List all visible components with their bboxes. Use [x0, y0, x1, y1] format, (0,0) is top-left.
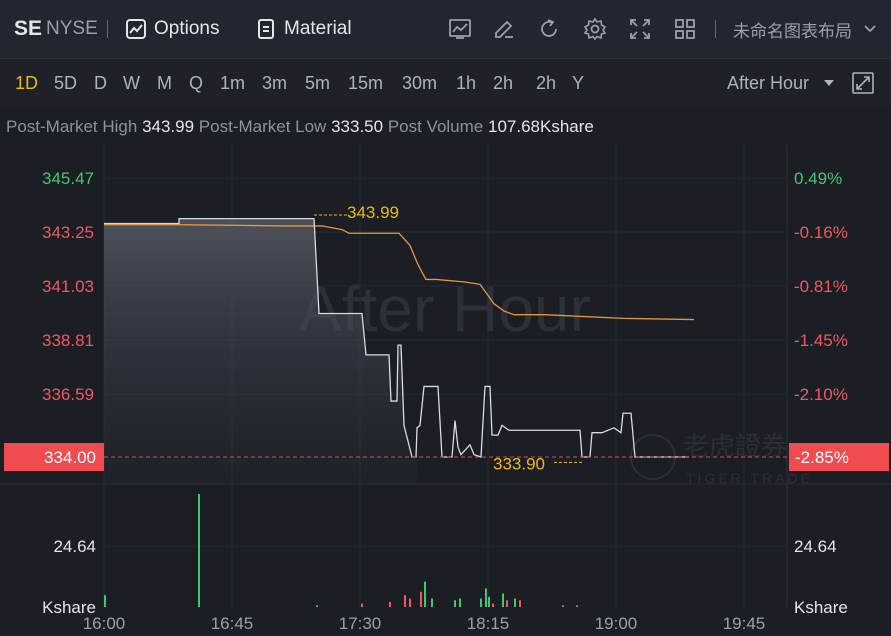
period-15m[interactable]: 15m [348, 59, 383, 107]
fullscreen-arrows-icon[interactable] [628, 17, 652, 41]
period-2m[interactable]: 2h [493, 59, 513, 107]
y-tick-right: -2.10% [794, 385, 848, 404]
chart-style-icon[interactable] [448, 17, 472, 41]
y-tick-left: 336.59 [42, 385, 94, 404]
y-tick-right: -0.16% [794, 223, 848, 242]
options-chart-icon[interactable] [124, 17, 148, 41]
period-2h[interactable]: 2h [536, 59, 556, 107]
settings-icon[interactable] [583, 17, 607, 41]
current-change-value: -2.85% [795, 448, 849, 467]
volume-bar [404, 595, 406, 607]
svg-text:TIGER TRADE: TIGER TRADE [686, 470, 813, 486]
volume-bar [104, 595, 106, 607]
price-chart[interactable]: After Hour 老虎證券 TIGER TRADE 343.99333.90… [0, 145, 891, 636]
volume-bar [562, 605, 564, 607]
period-q[interactable]: Q [189, 59, 203, 107]
post-market-stats: Post-Market High 343.99 Post-Market Low … [0, 107, 891, 146]
layout-name[interactable]: 未命名图表布局 [733, 0, 852, 58]
high-marker-label: 343.99 [347, 203, 399, 222]
period-bar: 1D 5D D W M Q 1m 3m 5m 15m 30m 1h 2h 2h … [0, 59, 891, 107]
volume-bar [506, 600, 508, 607]
x-tick: 19:45 [723, 614, 766, 633]
y-tick-left: 343.25 [42, 223, 94, 242]
high-label: Post-Market High [6, 117, 138, 136]
exchange-label: NYSE [46, 18, 98, 39]
volume-bar [485, 588, 487, 607]
y-tick-left: 341.03 [42, 277, 94, 296]
period-1d[interactable]: 1D [15, 59, 38, 107]
x-tick: 19:00 [595, 614, 638, 633]
material-document-icon[interactable] [254, 17, 278, 41]
volume-bar [424, 581, 426, 607]
caret-down-icon[interactable] [820, 71, 838, 95]
low-value: 333.50 [331, 117, 384, 136]
volume-bar [488, 596, 490, 607]
y-tick-right: 0.49% [794, 169, 842, 188]
divider [715, 20, 716, 38]
volume-bar [576, 605, 578, 607]
low-label: Post-Market Low [198, 117, 327, 136]
volume-bar [454, 600, 456, 607]
volume-bar [198, 494, 200, 607]
session-select[interactable]: After Hour [727, 59, 809, 107]
period-1h[interactable]: 1h [456, 59, 476, 107]
volume-bar [519, 600, 521, 607]
volume-value: 107.68Kshare [488, 117, 594, 136]
volume-unit-left: Kshare [42, 598, 96, 617]
volume-unit-right: Kshare [794, 598, 848, 617]
x-tick: 18:15 [467, 614, 510, 633]
volume-tick-right: 24.64 [794, 537, 837, 556]
period-5d[interactable]: 5D [54, 59, 77, 107]
period-30m[interactable]: 30m [402, 59, 437, 107]
volume-bar [480, 598, 482, 607]
volume-bar [316, 605, 318, 607]
volume-bar [431, 598, 433, 607]
volume-bar [492, 603, 494, 607]
volume-bar [420, 591, 422, 607]
chevron-down-icon[interactable] [862, 19, 878, 39]
grid-layout-icon[interactable] [673, 17, 697, 41]
y-tick-left: 345.47 [42, 169, 94, 188]
volume-bar [514, 598, 516, 607]
period-3m[interactable]: 3m [262, 59, 287, 107]
y-tick-right: -1.45% [794, 331, 848, 350]
volume-bar [389, 601, 391, 607]
y-tick-right: -0.81% [794, 277, 848, 296]
period-1m[interactable]: 1m [220, 59, 245, 107]
x-tick: 17:30 [339, 614, 382, 633]
volume-bar [502, 593, 504, 607]
options-button[interactable]: Options [154, 0, 219, 58]
period-5m[interactable]: 5m [305, 59, 330, 107]
period-w[interactable]: W [123, 59, 140, 107]
refresh-icon[interactable] [537, 17, 561, 41]
volume-bar [459, 598, 461, 607]
material-button[interactable]: Material [284, 0, 352, 58]
current-price-value: 334.00 [44, 448, 96, 467]
volume-bar [361, 603, 363, 607]
volume-label: Post Volume [387, 117, 484, 136]
stock-symbol[interactable]: SE [14, 0, 42, 58]
divider [107, 20, 108, 38]
x-tick: 16:45 [211, 614, 254, 633]
volume-bar [409, 598, 411, 607]
high-value: 343.99 [142, 117, 195, 136]
top-toolbar: SE NYSE Options Material 未命名图表布局 [0, 0, 891, 59]
volume-tick-left: 24.64 [53, 537, 96, 556]
draw-icon[interactable] [492, 17, 516, 41]
expand-icon[interactable] [851, 71, 875, 95]
period-d[interactable]: D [94, 59, 107, 107]
period-m[interactable]: M [157, 59, 172, 107]
period-y[interactable]: Y [572, 59, 584, 107]
y-tick-left: 338.81 [42, 331, 94, 350]
